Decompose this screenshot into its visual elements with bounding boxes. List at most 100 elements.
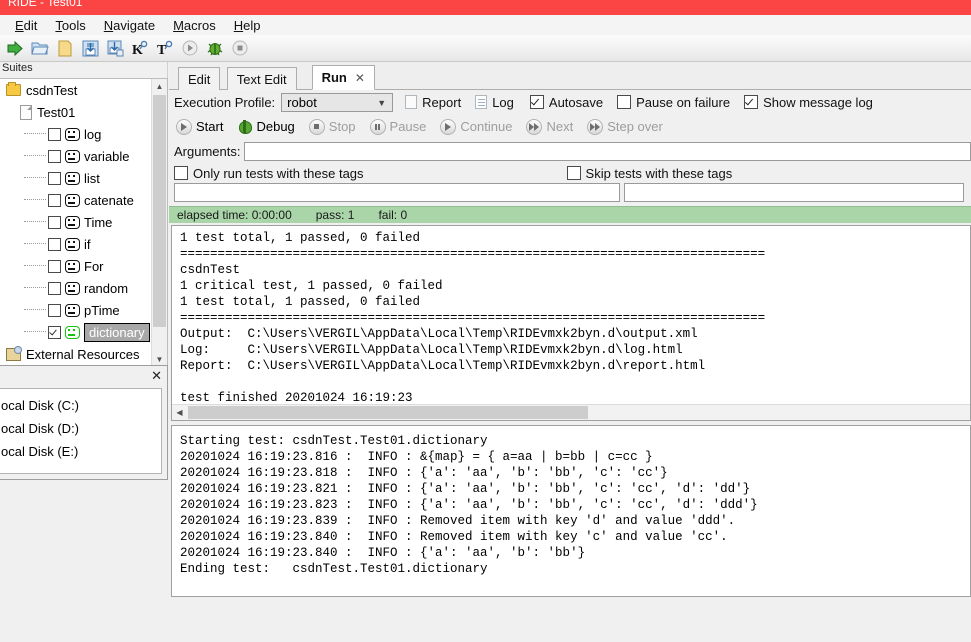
tree-item-test01[interactable]: Test01	[0, 101, 152, 123]
new-file-icon[interactable]	[53, 37, 77, 60]
pause-on-failure-label[interactable]: Pause on failure	[636, 95, 730, 110]
open-folder-icon[interactable]	[28, 37, 52, 60]
tab-label: Edit	[188, 71, 211, 87]
robot-icon	[65, 215, 80, 229]
tree-item-for[interactable]: For	[0, 255, 152, 277]
close-icon[interactable]: ✕	[151, 369, 162, 382]
skip-tags-label[interactable]: Skip tests with these tags	[586, 166, 733, 181]
arguments-input[interactable]	[244, 141, 971, 161]
tree-connector	[24, 221, 46, 223]
suites-header-label: Suites	[2, 62, 33, 74]
report-icon[interactable]	[405, 95, 418, 109]
show-message-log-checkbox[interactable]	[744, 95, 759, 109]
skip-tags-input[interactable]	[624, 183, 964, 202]
tree-item-checkbox[interactable]	[48, 127, 61, 141]
tree-item-dictionary[interactable]: dictionary	[0, 321, 152, 343]
console-output-panel[interactable]: 1 test total, 1 passed, 0 failed =======…	[171, 225, 971, 421]
pause-button: Pause	[369, 118, 426, 135]
tree-item-ptime[interactable]: pTime	[0, 299, 152, 321]
tree-item-checkbox[interactable]	[48, 259, 61, 273]
tree-scroll-thumb[interactable]	[153, 95, 166, 327]
run-button-label: Start	[196, 119, 224, 134]
window-title: RIDE - Test01	[8, 0, 83, 9]
autosave-checkbox[interactable]	[529, 95, 544, 109]
tree-item-checkbox[interactable]	[48, 237, 61, 251]
search-keyword-icon[interactable]: K	[128, 37, 152, 60]
robot-icon	[65, 171, 80, 185]
file-browser-popup: ✕ ocal Disk (C:) ocal Disk (D:) ocal Disk …	[0, 365, 168, 480]
play-circle-icon	[178, 37, 202, 60]
log-icon[interactable]	[475, 95, 488, 109]
tags-checkbox-row: Only run tests with these tags Skip test…	[169, 163, 971, 183]
show-message-log-label[interactable]: Show message log	[763, 95, 873, 110]
tree-item-checkbox[interactable]	[48, 171, 61, 185]
tab-label: Run	[321, 70, 347, 85]
start-button[interactable]: Start	[176, 118, 224, 135]
robot-icon	[65, 259, 80, 273]
run-control-buttons: Start Debug Stop Pause Continue Next Step over	[169, 114, 971, 139]
tree-vertical-scrollbar[interactable]: ▲ ▼	[151, 79, 167, 367]
tree-connector	[24, 243, 46, 245]
only-run-tags-input[interactable]	[174, 183, 620, 202]
disk-item[interactable]: ocal Disk (C:)	[1, 394, 161, 417]
debug-button[interactable]: Debug	[237, 119, 295, 134]
tree-item-csdntest[interactable]: csdnTest	[0, 79, 152, 101]
menu-tools[interactable]: Tools	[46, 17, 94, 34]
console-horizontal-scrollbar[interactable]: ◀	[172, 404, 970, 420]
search-tests-icon[interactable]: T	[153, 37, 177, 60]
tree-item-log[interactable]: log	[0, 123, 152, 145]
menu-navigate[interactable]: Navigate	[95, 17, 164, 34]
run-arrow-icon[interactable]	[3, 37, 27, 60]
tree-item-checkbox[interactable]	[48, 281, 61, 295]
tree-item-variable[interactable]: variable	[0, 145, 152, 167]
report-button[interactable]: Report	[422, 95, 461, 110]
scroll-up-icon[interactable]: ▲	[152, 79, 167, 94]
tree-item-if[interactable]: if	[0, 233, 152, 255]
save-icon[interactable]	[78, 37, 102, 60]
tab-text-edit[interactable]: Text Edit	[226, 67, 297, 90]
tree-item-label: csdnTest	[26, 82, 78, 98]
log-button[interactable]: Log	[492, 95, 514, 110]
only-run-tags-checkbox[interactable]	[174, 166, 188, 180]
execution-profile-select[interactable]: robot ▼	[281, 92, 394, 112]
menu-macros[interactable]: Macros	[164, 17, 225, 34]
tree-item-random[interactable]: random	[0, 277, 152, 299]
message-log-panel[interactable]: Starting test: csdnTest.Test01.dictionar…	[171, 425, 971, 597]
disk-item[interactable]: ocal Disk (E:)	[1, 440, 161, 463]
skip-tags-checkbox[interactable]	[566, 166, 581, 180]
tags-input-row	[169, 183, 971, 202]
autosave-label[interactable]: Autosave	[549, 95, 603, 110]
menu-edit[interactable]: Edit	[6, 17, 46, 34]
run-button-label: Debug	[256, 119, 295, 134]
tree-item-label: variable	[84, 148, 130, 164]
tree-item-time[interactable]: Time	[0, 211, 152, 233]
disk-item[interactable]: ocal Disk (D:)	[1, 417, 161, 440]
only-run-tags-label[interactable]: Only run tests with these tags	[193, 166, 364, 181]
tab-close-icon[interactable]: ✕	[355, 71, 365, 85]
next-circle-icon	[526, 118, 543, 135]
debug-bug-icon[interactable]	[203, 37, 227, 60]
popup-titlebar: ✕	[0, 366, 167, 385]
tree-item-catenate[interactable]: catenate	[0, 189, 152, 211]
tab-run[interactable]: Run ✕	[311, 65, 375, 90]
tree-item-list[interactable]: list	[0, 167, 152, 189]
tree-item-checkbox[interactable]	[48, 303, 61, 317]
message-log-text: Starting test: csdnTest.Test01.dictionar…	[180, 434, 758, 576]
arguments-row: Arguments:	[169, 139, 971, 163]
console-scroll-thumb[interactable]	[188, 406, 588, 419]
pause-on-failure-checkbox[interactable]	[617, 95, 632, 109]
robot-icon	[65, 303, 80, 317]
tab-edit[interactable]: Edit	[178, 67, 221, 90]
tree-item-checkbox[interactable]	[48, 193, 61, 207]
suites-tree[interactable]: csdnTest Test01 log variable list catenate Tim…	[0, 79, 152, 367]
disk-list[interactable]: ocal Disk (C:) ocal Disk (D:) ocal Disk (E…	[0, 388, 162, 474]
tree-item-checkbox[interactable]	[48, 149, 61, 163]
step-over-button: Step over	[587, 118, 663, 135]
menu-help[interactable]: Help	[225, 17, 270, 34]
tree-item-checkbox[interactable]	[48, 325, 61, 339]
tree-item-external-resources[interactable]: External Resources	[0, 343, 152, 365]
scroll-left-icon[interactable]: ◀	[172, 405, 187, 420]
tree-item-label: External Resources	[26, 346, 140, 362]
tree-item-checkbox[interactable]	[48, 215, 61, 229]
save-all-icon[interactable]	[103, 37, 127, 60]
